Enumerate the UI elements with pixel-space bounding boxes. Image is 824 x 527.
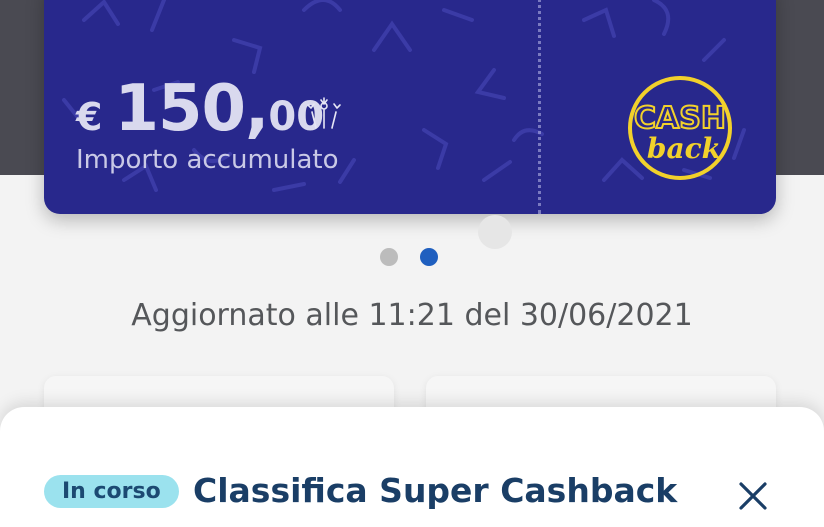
amount-integer: 150, [114, 72, 269, 146]
logo-text-bottom: back [647, 132, 721, 165]
fireworks-icon [307, 97, 341, 129]
cashback-card[interactable]: € 150, 00 Importo accumulato CASH back [44, 0, 776, 214]
bottom-sheet: In corso Classifica Super Cashback [0, 407, 824, 527]
carousel-dot[interactable] [380, 248, 398, 266]
cashback-amount: € 150, 00 [76, 72, 324, 146]
currency-symbol: € [76, 95, 103, 139]
last-updated-text: Aggiornato alle 11:21 del 30/06/2021 [131, 298, 693, 333]
card-divider [538, 0, 541, 214]
amount-label: Importo accumulato [76, 145, 339, 175]
carousel-indicators [380, 248, 438, 266]
cashback-logo: CASH back [628, 76, 732, 180]
status-badge: In corso [44, 475, 179, 508]
sheet-title: Classifica Super Cashback [193, 471, 678, 510]
logo-text-top: CASH [634, 101, 726, 136]
close-icon[interactable] [738, 481, 768, 511]
carousel-dot-active[interactable] [420, 248, 438, 266]
card-notch [478, 215, 512, 249]
